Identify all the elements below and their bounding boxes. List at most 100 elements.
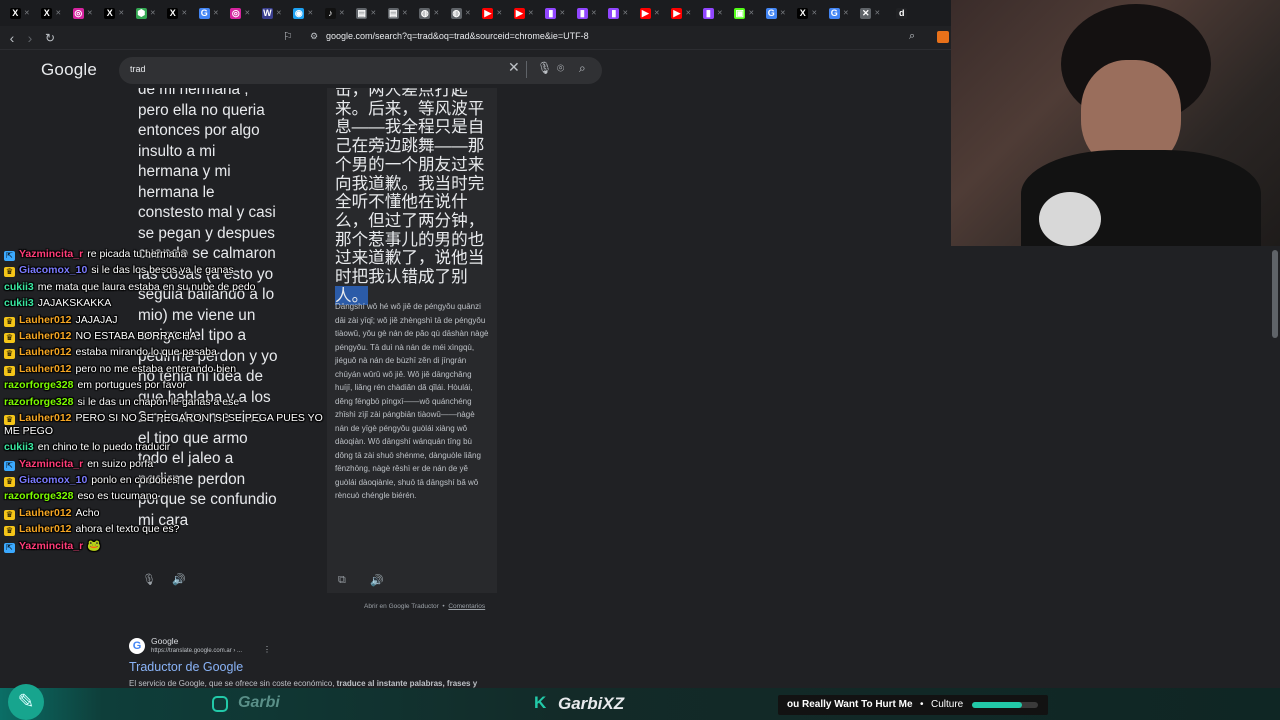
browser-tab[interactable]: ◎ ✕ <box>67 0 99 26</box>
close-tab-icon[interactable]: ✕ <box>496 9 502 17</box>
back-icon[interactable]: ‹ <box>4 30 20 46</box>
page-scrollbar[interactable] <box>1272 250 1278 338</box>
close-tab-icon[interactable]: ✕ <box>591 9 597 17</box>
chat-username[interactable]: Lauher012 <box>19 412 72 424</box>
browser-tab[interactable]: d <box>886 0 918 26</box>
close-tab-icon[interactable]: ✕ <box>118 9 124 17</box>
chat-username[interactable]: Giacomox_10 <box>19 264 87 276</box>
browser-tab[interactable]: X ✕ <box>792 0 824 26</box>
browser-tab[interactable]: ▣ ✕ <box>729 0 761 26</box>
browser-tab[interactable]: ▤ ✕ <box>351 0 383 26</box>
close-tab-icon[interactable]: ✕ <box>307 9 313 17</box>
close-tab-icon[interactable]: ✕ <box>87 9 93 17</box>
lens-search-icon[interactable]: ⌾ <box>557 61 564 76</box>
chat-username[interactable]: cukii3 <box>4 281 34 293</box>
browser-tab[interactable]: ▶ ✕ <box>508 0 540 26</box>
chat-username[interactable]: cukii3 <box>4 297 34 309</box>
chat-username[interactable]: Lauher012 <box>19 363 72 375</box>
google-logo[interactable]: Google <box>41 60 97 80</box>
browser-tab[interactable]: G ✕ <box>193 0 225 26</box>
reload-icon[interactable]: ↻ <box>42 31 58 45</box>
close-tab-icon[interactable]: ✕ <box>748 9 754 17</box>
chat-username[interactable]: razorforge328 <box>4 396 73 408</box>
search-icon[interactable]: ⌕ <box>579 61 586 76</box>
url-field[interactable]: google.com/search?q=trad&oq=trad&sourcei… <box>326 31 589 41</box>
chat-username[interactable]: Lauher012 <box>19 330 72 342</box>
chat-username[interactable]: Lauher012 <box>19 507 72 519</box>
browser-tab[interactable]: ♪ ✕ <box>319 0 351 26</box>
browser-tab[interactable]: ◍ ✕ <box>414 0 446 26</box>
search-input[interactable]: trad <box>130 64 146 74</box>
browser-tab[interactable]: ▮ ✕ <box>571 0 603 26</box>
close-tab-icon[interactable]: ✕ <box>181 9 187 17</box>
browser-tab[interactable]: G ✕ <box>760 0 792 26</box>
voice-search-icon[interactable]: 🎙 <box>537 61 552 75</box>
close-tab-icon[interactable]: ✕ <box>150 9 156 17</box>
copy-icon[interactable]: ⧉ <box>338 574 346 587</box>
browser-tab[interactable]: X ✕ <box>99 0 131 26</box>
browser-tab[interactable]: ▮ ✕ <box>540 0 572 26</box>
clear-search-icon[interactable]: ✕ <box>508 59 520 76</box>
browser-tab[interactable]: ◍ ✕ <box>445 0 477 26</box>
close-tab-icon[interactable]: ✕ <box>717 9 723 17</box>
result-title-link[interactable]: Traductor de Google <box>129 660 243 674</box>
site-settings-icon[interactable]: ⚙ <box>310 31 318 42</box>
result-site-name[interactable]: Google <box>151 636 178 646</box>
chat-username[interactable]: Yazmincita_r <box>19 248 83 260</box>
chat-username[interactable]: Giacomox_10 <box>19 474 87 486</box>
chat-username[interactable]: Lauher012 <box>19 523 72 535</box>
browser-tab[interactable]: ✕ ✕ <box>855 0 887 26</box>
close-tab-icon[interactable]: ✕ <box>370 9 376 17</box>
close-tab-icon[interactable]: ✕ <box>559 9 565 17</box>
bookmark-icon[interactable]: ⚐ <box>283 30 293 43</box>
browser-tab[interactable]: X ✕ <box>36 0 68 26</box>
chat-username[interactable]: Yazmincita_r <box>19 540 83 552</box>
close-tab-icon[interactable]: ✕ <box>339 9 345 17</box>
open-in-translate-link[interactable]: Abrir en Google Traductor <box>364 603 439 610</box>
close-tab-icon[interactable]: ✕ <box>465 9 471 17</box>
close-tab-icon[interactable]: ✕ <box>276 9 282 17</box>
result-menu-icon[interactable]: ⋮ <box>263 645 271 654</box>
close-tab-icon[interactable]: ✕ <box>402 9 408 17</box>
browser-tab[interactable]: G ✕ <box>823 0 855 26</box>
browser-tab[interactable]: ▮ ✕ <box>603 0 635 26</box>
close-tab-icon[interactable]: ✕ <box>433 9 439 17</box>
close-tab-icon[interactable]: ✕ <box>622 9 628 17</box>
close-tab-icon[interactable]: ✕ <box>654 9 660 17</box>
browser-tab[interactable]: ▮ ✕ <box>697 0 729 26</box>
browser-tab[interactable]: ◎ ✕ <box>225 0 257 26</box>
result-favicon[interactable]: G <box>129 638 145 654</box>
close-tab-icon[interactable]: ✕ <box>528 9 534 17</box>
browser-tab[interactable]: ▶ ✕ <box>634 0 666 26</box>
close-tab-icon[interactable]: ✕ <box>24 9 30 17</box>
close-tab-icon[interactable]: ✕ <box>213 9 219 17</box>
browser-tab[interactable]: ◉ ✕ <box>288 0 320 26</box>
forward-icon[interactable]: › <box>22 30 38 46</box>
search-box[interactable] <box>119 57 602 84</box>
close-tab-icon[interactable]: ✕ <box>685 9 691 17</box>
browser-tab[interactable]: W ✕ <box>256 0 288 26</box>
source-listen-icon[interactable]: 🔊 <box>172 573 186 586</box>
close-tab-icon[interactable]: ✕ <box>811 9 817 17</box>
browser-tab[interactable]: ▶ ✕ <box>666 0 698 26</box>
chat-username[interactable]: cukii3 <box>4 441 34 453</box>
close-tab-icon[interactable]: ✕ <box>55 9 61 17</box>
brave-shield-icon[interactable] <box>937 31 949 43</box>
browser-tab[interactable]: ▤ ✕ <box>382 0 414 26</box>
close-tab-icon[interactable]: ✕ <box>843 9 849 17</box>
close-tab-icon[interactable]: ✕ <box>244 9 250 17</box>
result-url[interactable]: https://translate.google.com.ar › ... <box>151 648 242 654</box>
listen-icon[interactable]: 🔊 <box>370 574 384 587</box>
zoom-search-icon[interactable]: ⌕ <box>909 30 915 43</box>
chat-username[interactable]: Yazmincita_r <box>19 458 83 470</box>
browser-tab[interactable]: ⬢ ✕ <box>130 0 162 26</box>
close-tab-icon[interactable]: ✕ <box>780 9 786 17</box>
chat-username[interactable]: Lauher012 <box>19 314 72 326</box>
browser-tab[interactable]: X ✕ <box>4 0 36 26</box>
chat-username[interactable]: Lauher012 <box>19 346 72 358</box>
chat-username[interactable]: razorforge328 <box>4 379 73 391</box>
feedback-link[interactable]: Comentarios <box>448 603 485 610</box>
close-tab-icon[interactable]: ✕ <box>874 9 880 17</box>
browser-tab[interactable]: ▶ ✕ <box>477 0 509 26</box>
source-mic-icon[interactable]: 🎙 <box>142 573 156 586</box>
